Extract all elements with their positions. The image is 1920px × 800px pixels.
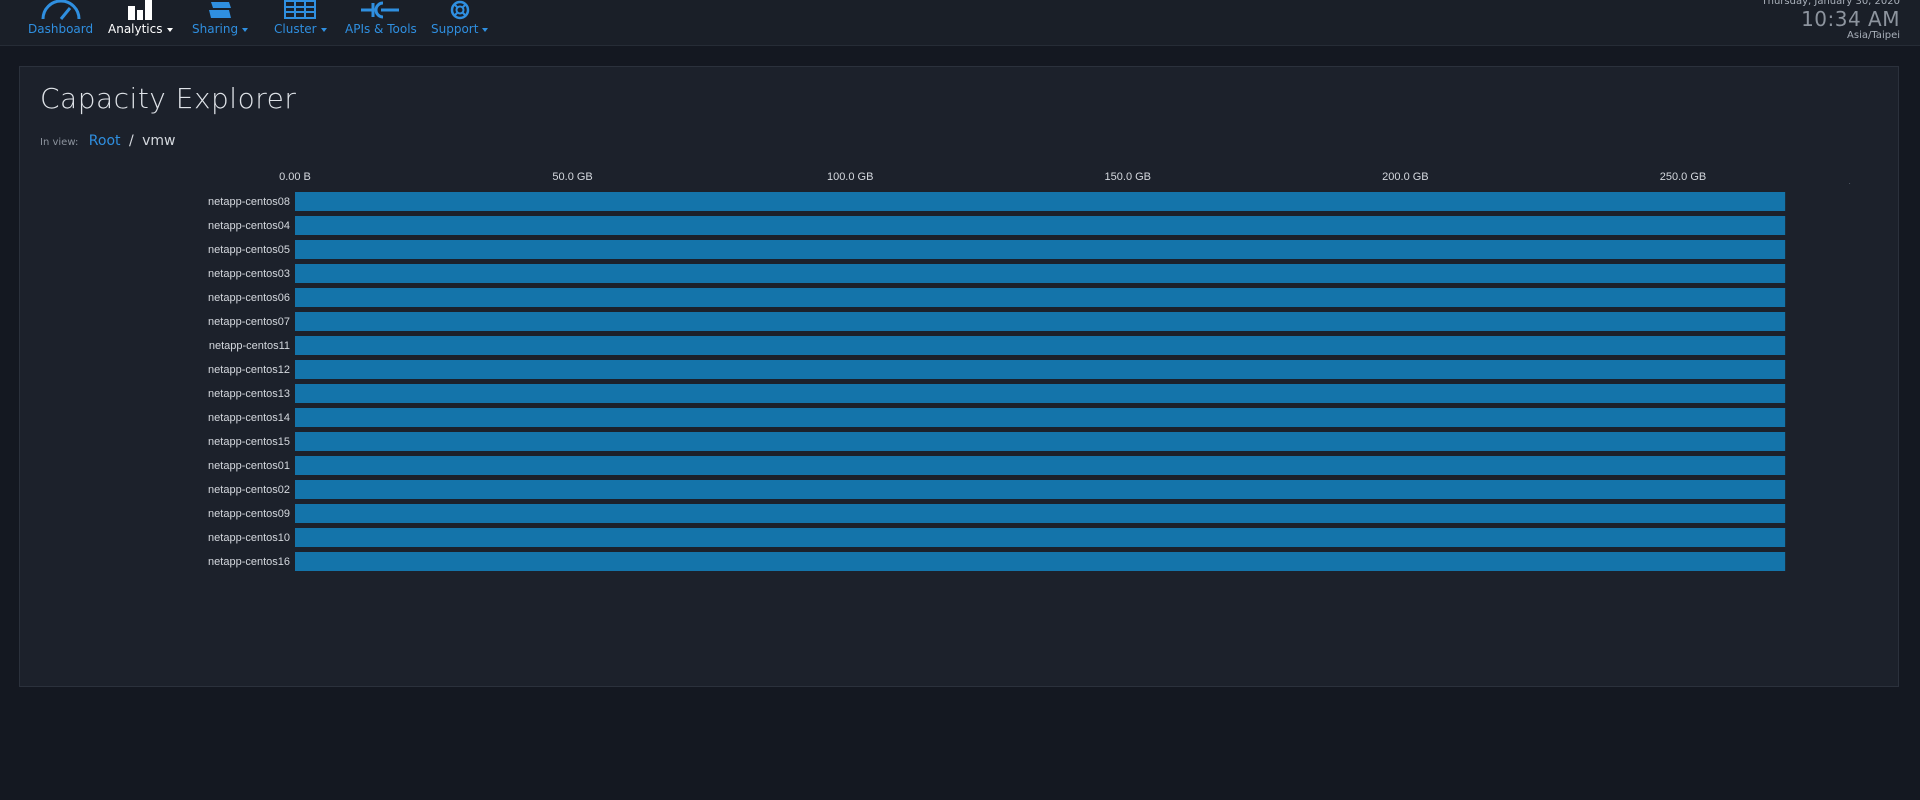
nav-sharing[interactable]: Sharing [192,0,249,45]
bar-chart-icon [128,0,153,20]
sharing-icon [209,2,232,18]
cluster-icon [284,0,317,19]
category-label: netapp-centos05 [208,244,290,256]
category-label: netapp-centos06 [208,292,290,304]
category-label: netapp-centos10 [208,532,290,544]
category-label: netapp-centos14 [208,412,290,424]
x-tick-label: 50.0 GB [552,171,592,183]
capacity-bar[interactable] [295,528,1786,547]
capacity-bar[interactable] [295,504,1786,523]
category-label: netapp-centos12 [208,364,290,376]
capacity-bar-chart: 0.00 B 50.0 GB 100.0 GB 150.0 GB 200.0 GB 250… [208,171,1851,571]
capacity-bar[interactable] [295,288,1786,307]
capacity-bar[interactable] [295,480,1786,499]
system-clock: Thursday, January 30, 2020 10:34 AM Asia… [1762,0,1900,42]
category-label: netapp-centos02 [208,484,290,496]
x-tick-label: 250.0 GB [1660,171,1706,183]
clock-timezone: Asia/Taipei [1847,30,1900,41]
category-label: netapp-centos11 [209,340,290,352]
nav-cluster[interactable]: Cluster [274,0,327,45]
capacity-bar[interactable] [295,456,1786,475]
category-label: netapp-centos03 [208,268,290,280]
clock-time: 10:34 AM [1801,7,1900,31]
category-label: netapp-centos15 [208,436,290,448]
nav-sharing-label: Sharing [192,22,239,36]
chevron-down-icon [482,27,489,32]
capacity-bar[interactable] [295,360,1786,379]
category-label: netapp-centos13 [208,388,290,400]
gauge-icon [41,0,81,20]
nav-support[interactable]: Support [431,0,489,45]
chevron-down-icon [242,27,249,32]
category-label: netapp-centos08 [208,196,290,208]
capacity-bar[interactable] [295,216,1786,235]
category-label: netapp-centos16 [208,556,290,568]
x-tick-label: 200.0 GB [1382,171,1428,183]
x-tick-label: 100.0 GB [827,171,873,183]
capacity-bar[interactable] [295,240,1786,259]
capacity-bar[interactable] [295,552,1786,571]
nav-support-label: Support [431,22,479,36]
capacity-bar[interactable] [295,192,1786,211]
nav-dashboard[interactable]: Dashboard [28,0,93,45]
nav-apis-tools-label: APIs & Tools [345,22,417,36]
capacity-bar[interactable] [295,336,1786,355]
nav-cluster-label: Cluster [274,22,317,36]
category-label: netapp-centos09 [208,508,290,520]
lifebuoy-icon [450,0,469,20]
capacity-bar[interactable] [295,432,1786,451]
category-label: netapp-centos07 [208,316,290,328]
capacity-explorer-panel: Capacity Explorer In view: Root / vmw 0.… [19,66,1899,687]
category-label: netapp-centos01 [208,460,290,472]
top-navigation-bar: Dashboard Analytics Sharing Cluster APIs… [0,0,1920,46]
chevron-down-icon [166,27,173,32]
api-icon [360,1,399,19]
capacity-bar[interactable] [295,408,1786,427]
nav-analytics[interactable]: Analytics [108,0,173,45]
capacity-bar[interactable] [295,312,1786,331]
x-tick-label: 0.00 B [279,171,311,183]
x-tick-label: 150.0 GB [1105,171,1151,183]
nav-apis-tools[interactable]: APIs & Tools [345,0,417,45]
capacity-bar[interactable] [295,384,1786,403]
capacity-bar[interactable] [295,264,1786,283]
nav-dashboard-label: Dashboard [28,22,94,36]
chevron-down-icon [320,27,327,32]
category-label: netapp-centos04 [208,220,290,232]
nav-analytics-label: Analytics [108,22,163,36]
